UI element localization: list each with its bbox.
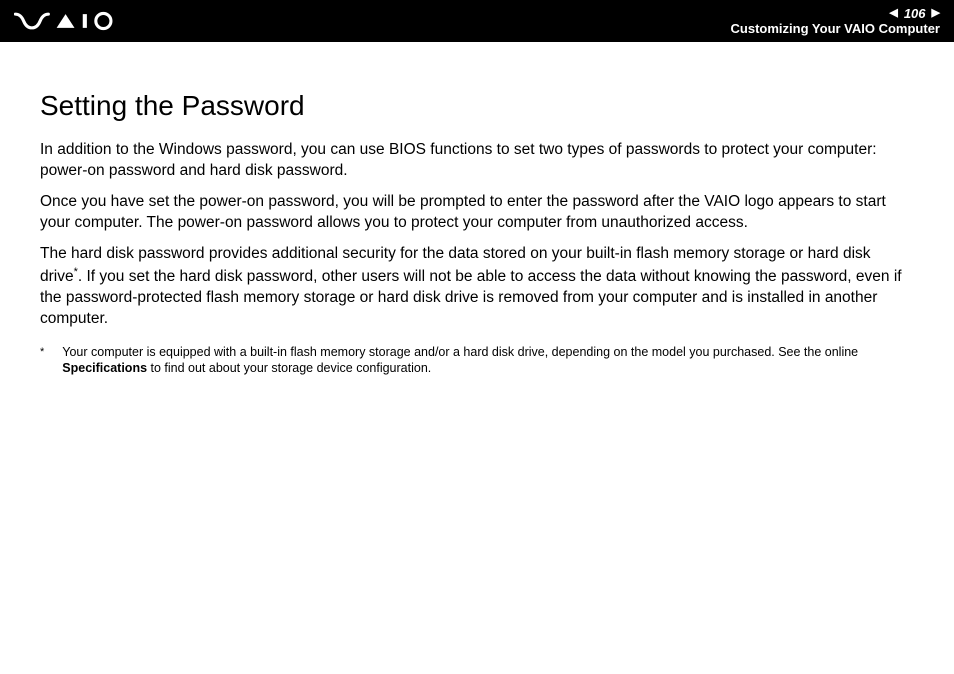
page-content: Setting the Password In addition to the … — [0, 42, 954, 377]
footnote-text: Your computer is equipped with a built-i… — [62, 344, 914, 378]
header-right: ◀ 106 ▶ Customizing Your VAIO Computer — [731, 7, 940, 36]
footnote-marker: * — [40, 344, 44, 378]
header-subtitle: Customizing Your VAIO Computer — [731, 21, 940, 36]
footnote-part-b: to find out about your storage device co… — [147, 361, 431, 375]
footnote-bold: Specifications — [62, 361, 147, 375]
page-title: Setting the Password — [40, 90, 914, 122]
footnote-part-a: Your computer is equipped with a built-i… — [62, 345, 858, 359]
vaio-logo — [14, 11, 124, 31]
page-header: ◀ 106 ▶ Customizing Your VAIO Computer — [0, 0, 954, 42]
prev-page-arrow[interactable]: ◀ — [889, 8, 897, 19]
para3-part-b: . If you set the hard disk password, oth… — [40, 268, 902, 327]
next-page-arrow[interactable]: ▶ — [932, 8, 940, 19]
footnote: * Your computer is equipped with a built… — [40, 344, 914, 378]
paragraph-1: In addition to the Windows password, you… — [40, 140, 914, 182]
paragraph-3: The hard disk password provides addition… — [40, 244, 914, 330]
page-number: 106 — [904, 7, 926, 20]
page-navigation: ◀ 106 ▶ — [731, 7, 940, 20]
vaio-logo-svg — [14, 11, 124, 31]
paragraph-2: Once you have set the power-on password,… — [40, 192, 914, 234]
